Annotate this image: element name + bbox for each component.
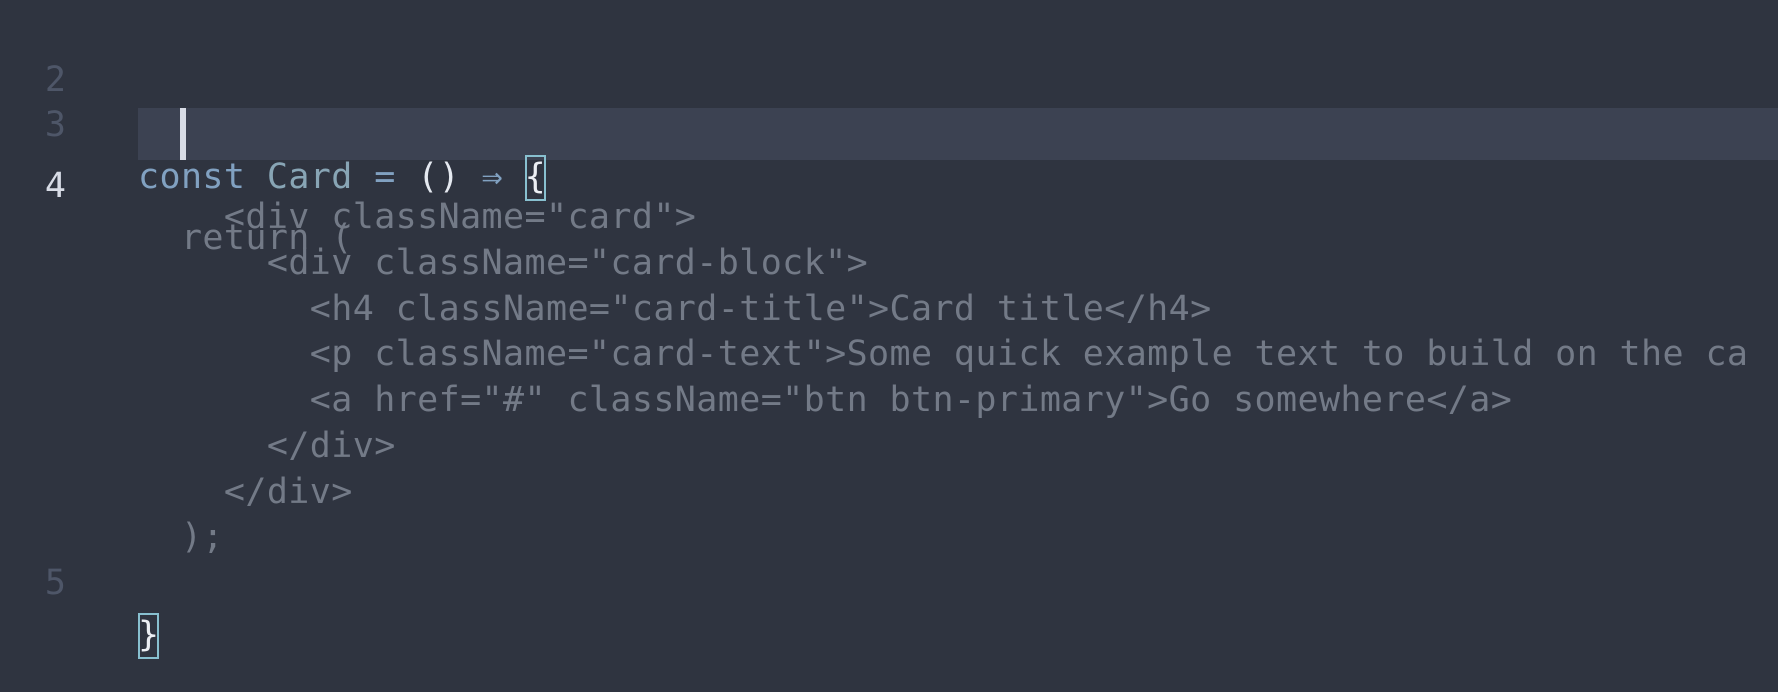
matched-close-brace: } — [138, 613, 160, 659]
code-line[interactable]: ); — [0, 459, 1778, 557]
line-text: } — [138, 609, 1778, 661]
code-line[interactable]: <div className="card"> — [0, 139, 1778, 237]
code-editor[interactable]: 2 3 const Card = () ⇒ { 4 return ( <div … — [0, 0, 1778, 692]
code-line[interactable]: 5 } — [0, 505, 1778, 659]
line-number: 5 — [44, 563, 66, 603]
code-line[interactable]: </div> — [0, 368, 1778, 466]
code-line[interactable]: <a href="#" className="btn btn-primary">… — [0, 322, 1778, 420]
code-line[interactable]: 3 const Card = () ⇒ { — [0, 47, 1778, 201]
code-line[interactable]: <div className="card-block"> — [0, 185, 1778, 283]
code-line[interactable]: <p className="card-text">Some quick exam… — [0, 276, 1778, 374]
